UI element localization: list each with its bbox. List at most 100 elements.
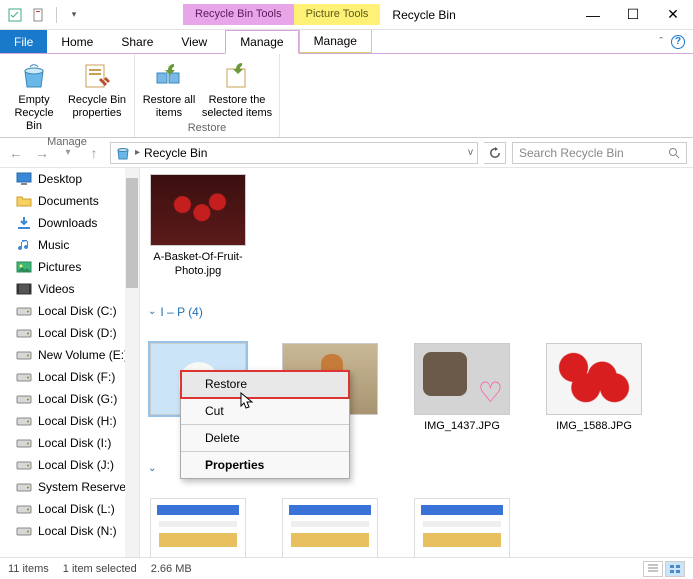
help-icon[interactable]: ? <box>671 35 685 49</box>
tab-view[interactable]: View <box>167 30 221 53</box>
sidebar-item[interactable]: Local Disk (N:) <box>0 520 139 542</box>
ribbon-collapse-icon[interactable]: ˆ <box>659 36 663 48</box>
sidebar-item[interactable]: System Reservec <box>0 476 139 498</box>
sidebar-item[interactable]: Pictures <box>0 256 139 278</box>
restore-selected-items-button[interactable]: Restore the selected items <box>201 56 273 120</box>
qat-dropdown-icon[interactable]: ▾ <box>65 6 83 24</box>
sidebar-item-label: Local Disk (F:) <box>38 370 115 384</box>
sidebar-item-label: Music <box>38 238 69 252</box>
disk-icon <box>16 303 32 319</box>
sidebar-item-label: Local Disk (H:) <box>38 414 117 428</box>
sidebar-item-label: Local Disk (J:) <box>38 458 114 472</box>
file-item[interactable]: A-Basket-Of-Fruit-Photo.jpg <box>148 174 248 279</box>
sidebar-item[interactable]: Local Disk (F:) <box>0 366 139 388</box>
tab-manage-picture[interactable]: Manage <box>299 30 372 53</box>
group-header[interactable]: ⌄ I – P (4) <box>148 301 685 321</box>
close-button[interactable]: ✕ <box>653 0 693 30</box>
content-pane[interactable]: A-Basket-Of-Fruit-Photo.jpg ⌄ I – P (4) … <box>140 168 693 557</box>
recycle-bin-icon <box>115 145 131 161</box>
disk-icon <box>16 369 32 385</box>
contextual-tab-picture[interactable]: Picture Tools <box>294 4 381 25</box>
file-item[interactable]: Screenshot_2019-06-13-22-56-15.png <box>412 498 512 557</box>
desktop-icon <box>16 171 32 187</box>
sidebar-scrollbar[interactable] <box>125 168 139 557</box>
folder-icon <box>16 193 32 209</box>
status-item-count: 11 items <box>8 563 49 575</box>
thumbnail <box>414 498 510 557</box>
sidebar-item[interactable]: Local Disk (C:) <box>0 300 139 322</box>
properties-icon <box>81 60 113 92</box>
disk-icon <box>16 435 32 451</box>
restore-all-icon <box>153 60 185 92</box>
thumbnail <box>150 174 246 246</box>
tab-file[interactable]: File <box>0 30 47 53</box>
quick-access-toolbar: ▾ <box>0 6 83 24</box>
nav-up-icon[interactable]: ↑ <box>84 143 104 163</box>
view-details-button[interactable] <box>643 561 663 577</box>
file-item[interactable]: IMG_1437.JPG <box>412 343 512 433</box>
sidebar-item[interactable]: Local Disk (J:) <box>0 454 139 476</box>
nav-recent-icon[interactable]: ▾ <box>58 143 78 163</box>
file-name: IMG_1437.JPG <box>424 419 500 433</box>
thumbnail <box>150 498 246 557</box>
navigation-pane: ˆ DesktopDocumentsDownloadsMusicPictures… <box>0 168 140 557</box>
disk-icon <box>16 479 32 495</box>
tab-manage-recycle[interactable]: Manage <box>225 30 298 54</box>
status-selected-count: 1 item selected <box>63 563 137 575</box>
sidebar-item[interactable]: Local Disk (I:) <box>0 432 139 454</box>
nav-forward-icon[interactable]: → <box>32 143 52 163</box>
tab-share[interactable]: Share <box>107 30 167 53</box>
address-bar: ← → ▾ ↑ ▸ Recycle Bin v Search Recycle B… <box>0 138 693 168</box>
qat-props-icon[interactable] <box>6 6 24 24</box>
minimize-button[interactable]: — <box>573 0 613 30</box>
file-name: IMG_1588.JPG <box>556 419 632 433</box>
restore-selected-icon <box>221 60 253 92</box>
restore-all-items-button[interactable]: Restore all items <box>141 56 197 120</box>
context-menu-properties[interactable]: Properties <box>181 452 349 478</box>
empty-recycle-bin-button[interactable]: Empty Recycle Bin <box>6 56 62 134</box>
sidebar-item[interactable]: Local Disk (D:) <box>0 322 139 344</box>
contextual-tab-recycle[interactable]: Recycle Bin Tools <box>183 4 294 25</box>
sidebar-item[interactable]: Downloads <box>0 212 139 234</box>
sidebar-item-label: System Reservec <box>38 480 132 494</box>
qat-new-icon[interactable] <box>30 6 48 24</box>
search-icon <box>668 147 680 159</box>
sidebar-item[interactable]: Desktop <box>0 168 139 190</box>
breadcrumb-chevron-icon[interactable]: ▸ <box>135 147 140 158</box>
nav-back-icon[interactable]: ← <box>6 143 26 163</box>
file-item[interactable]: IMG_1588.JPG <box>544 343 644 433</box>
music-icon <box>16 237 32 253</box>
sidebar-item-label: Videos <box>38 282 74 296</box>
disk-icon <box>16 501 32 517</box>
refresh-button[interactable] <box>484 142 506 164</box>
sidebar-item[interactable]: Music <box>0 234 139 256</box>
maximize-button[interactable]: ☐ <box>613 0 653 30</box>
context-menu-restore[interactable]: Restore <box>181 371 349 398</box>
context-menu-cut[interactable]: Cut <box>181 398 349 425</box>
tab-home[interactable]: Home <box>47 30 107 53</box>
file-item[interactable]: Screenshot_2019-06-13-22-44-51.png <box>148 498 248 557</box>
breadcrumb[interactable]: ▸ Recycle Bin v <box>110 142 478 164</box>
sidebar-item[interactable]: Local Disk (H:) <box>0 410 139 432</box>
sidebar-item[interactable]: Documents <box>0 190 139 212</box>
file-item[interactable]: Screenshot_2019-06-13-22-56-05.png <box>280 498 380 557</box>
sidebar-item[interactable]: Videos <box>0 278 139 300</box>
disk-icon <box>16 325 32 341</box>
breadcrumb-segment[interactable]: Recycle Bin <box>144 146 207 160</box>
file-name: A-Basket-Of-Fruit-Photo.jpg <box>148 250 248 279</box>
context-menu-delete[interactable]: Delete <box>181 425 349 452</box>
status-size: 2.66 MB <box>151 563 192 575</box>
recycle-bin-properties-button[interactable]: Recycle Bin properties <box>66 56 128 134</box>
breadcrumb-dropdown-icon[interactable]: v <box>468 147 473 158</box>
sidebar-item[interactable]: Local Disk (G:) <box>0 388 139 410</box>
view-large-icons-button[interactable] <box>665 561 685 577</box>
sidebar-item-label: Local Disk (G:) <box>38 392 117 406</box>
sidebar-item-label: Local Disk (C:) <box>38 304 117 318</box>
sidebar-item[interactable]: New Volume (E:) <box>0 344 139 366</box>
sidebar-item[interactable]: Local Disk (L:) <box>0 498 139 520</box>
download-icon <box>16 215 32 231</box>
status-bar: 11 items 1 item selected 2.66 MB <box>0 557 693 579</box>
ribbon: Empty Recycle Bin Recycle Bin properties… <box>0 54 693 138</box>
search-input[interactable]: Search Recycle Bin <box>512 142 687 164</box>
scrollbar-thumb[interactable] <box>126 178 138 288</box>
